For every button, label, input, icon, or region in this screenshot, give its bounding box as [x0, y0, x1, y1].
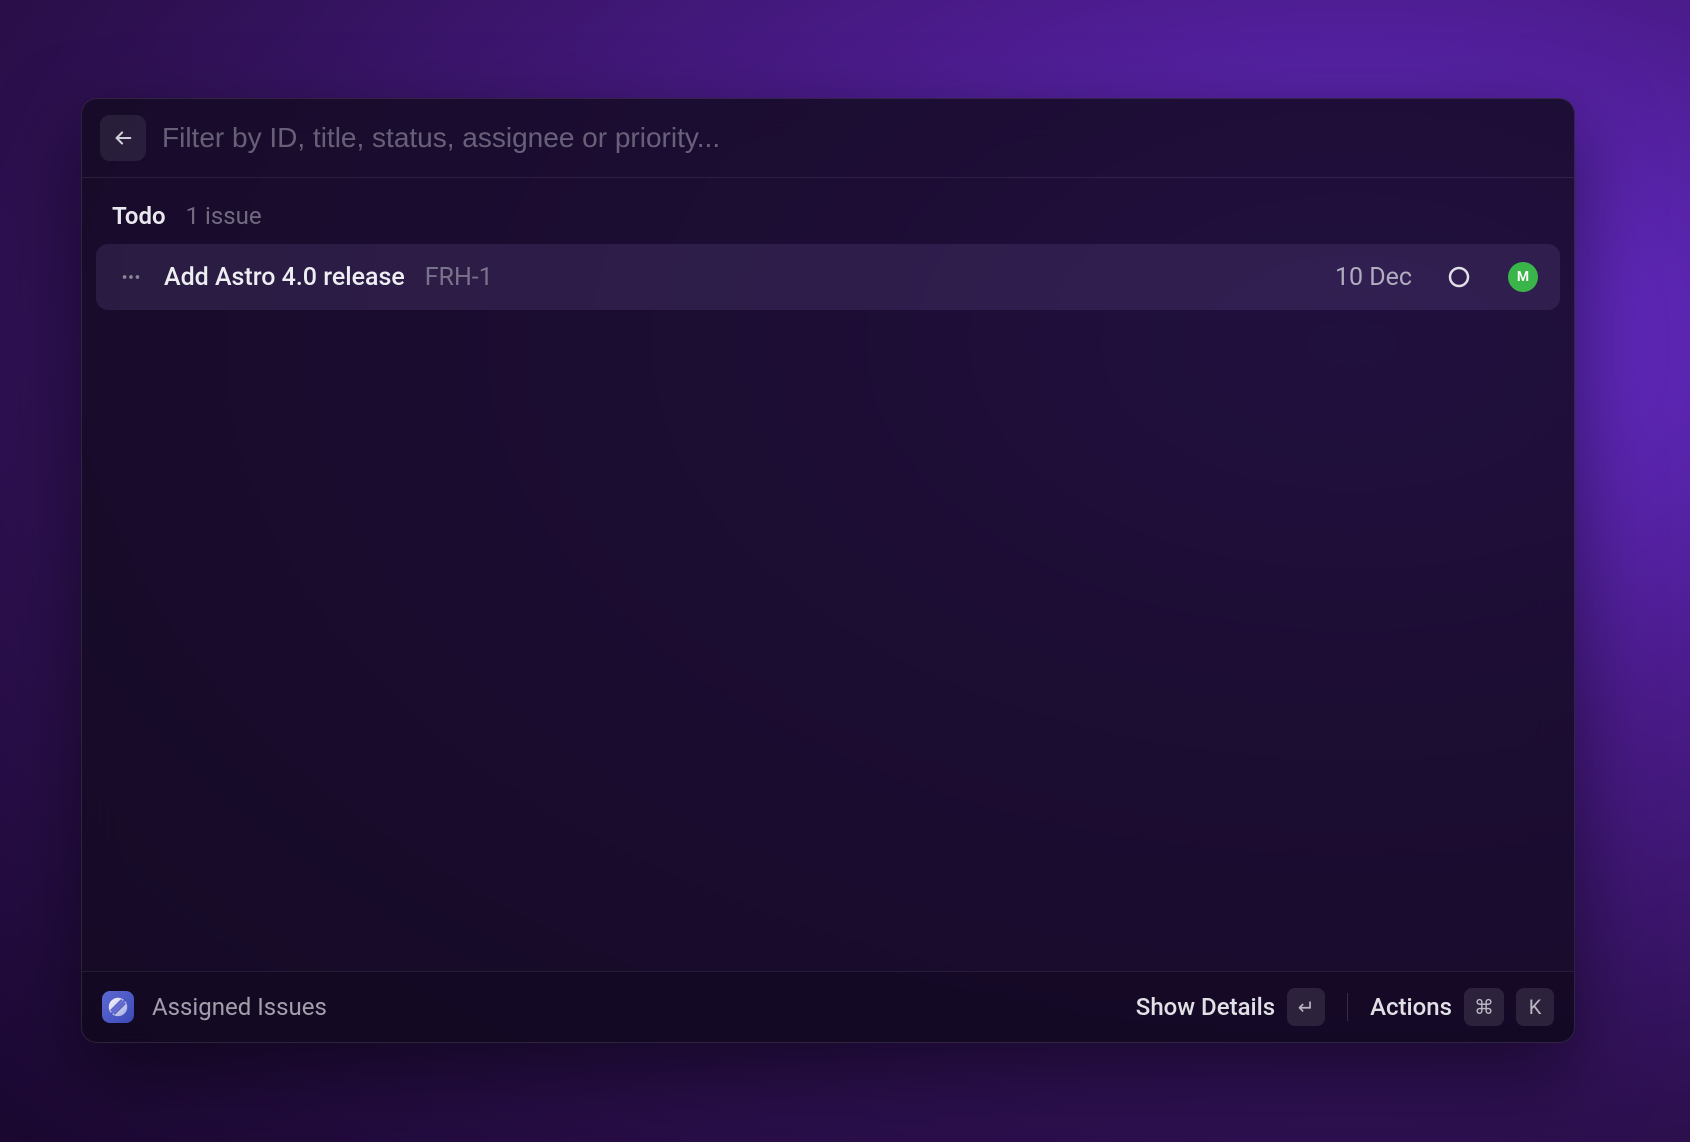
- actions-action[interactable]: Actions ⌘ K: [1370, 988, 1554, 1026]
- assignee-avatar: M: [1508, 262, 1538, 292]
- show-details-action[interactable]: Show Details ↵: [1136, 988, 1325, 1026]
- enter-key-icon: ↵: [1287, 988, 1325, 1026]
- k-key-icon: K: [1516, 988, 1554, 1026]
- no-priority-icon: [120, 266, 142, 288]
- issue-date: 10 Dec: [1335, 263, 1412, 292]
- linear-app-icon: [102, 991, 134, 1023]
- results-body: Todo 1 issue Add Astro 4.0 release FRH-1…: [82, 178, 1574, 971]
- cmd-key-icon: ⌘: [1464, 988, 1504, 1026]
- issue-id: FRH-1: [425, 263, 493, 292]
- section-count: 1 issue: [186, 202, 262, 230]
- back-button[interactable]: [100, 115, 146, 161]
- issue-title: Add Astro 4.0 release: [164, 263, 405, 292]
- arrow-left-icon: [112, 127, 134, 149]
- priority-icon: [118, 264, 144, 290]
- header: [82, 99, 1574, 178]
- command-palette: Todo 1 issue Add Astro 4.0 release FRH-1…: [81, 98, 1575, 1043]
- linear-logo-icon: [107, 996, 129, 1018]
- status-icon: [1446, 264, 1472, 290]
- issue-row[interactable]: Add Astro 4.0 release FRH-1 10 Dec M: [96, 244, 1560, 310]
- footer-context: Assigned Issues: [152, 993, 1118, 1021]
- section-header: Todo 1 issue: [96, 196, 1560, 244]
- section-title: Todo: [112, 202, 166, 230]
- show-details-label: Show Details: [1136, 993, 1275, 1021]
- todo-status-icon: [1447, 265, 1471, 289]
- actions-label: Actions: [1370, 993, 1452, 1021]
- filter-input[interactable]: [162, 122, 1556, 154]
- footer: Assigned Issues Show Details ↵ Actions ⌘…: [82, 971, 1574, 1042]
- divider: [1347, 993, 1348, 1021]
